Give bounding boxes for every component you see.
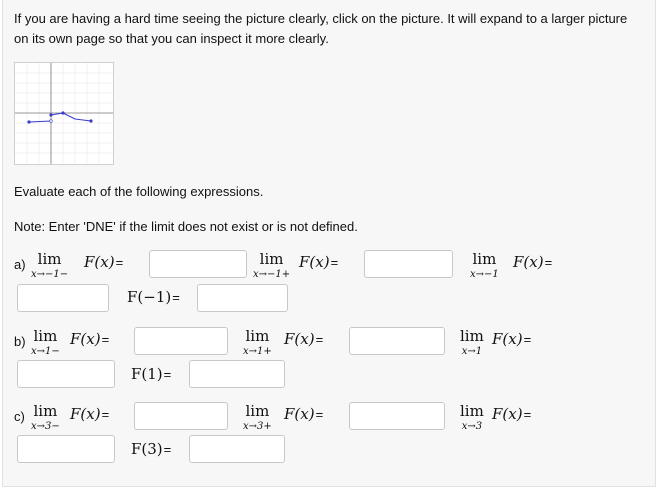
part-a-value-input[interactable] (197, 284, 288, 312)
graph-point-4 (61, 111, 65, 115)
part-c-left-fx: F(x)= (70, 405, 110, 423)
graph-point-5 (89, 119, 93, 123)
part-a-two-sided-input[interactable] (17, 284, 109, 312)
part-a-letter: a) (14, 257, 26, 272)
part-a-value-label: F(−1)= (127, 288, 180, 306)
graph-point-1 (27, 120, 31, 124)
graph-segment-1 (28, 120, 52, 123)
part-a-two-sided-limit: lim x→−1 (470, 250, 499, 280)
part-b-two-sided-limit: lim x→1 (460, 327, 484, 357)
graph-segment-4 (74, 118, 92, 122)
part-a-right-limit-input[interactable] (364, 250, 453, 278)
part-b-letter: b) (14, 334, 26, 349)
graph-segment-3 (62, 112, 76, 120)
part-b-right-limit: lim x→1+ (243, 327, 272, 357)
part-c-right-limit-input[interactable] (349, 402, 445, 430)
part-a-right-limit: lim x→−1+ (253, 250, 291, 280)
part-c-two-sided-fx: F(x)= (492, 405, 532, 423)
instruction-text: Evaluate each of the following expressio… (14, 184, 264, 199)
note-text: Note: Enter 'DNE' if the limit does not … (14, 219, 358, 234)
part-a-left-limit: lim x→−1− (31, 250, 69, 280)
part-c-left-limit: lim x→3− (31, 402, 60, 432)
part-b-left-fx: F(x)= (70, 330, 110, 348)
part-c-right-fx: F(x)= (284, 405, 324, 423)
part-c-two-sided-limit: lim x→3 (460, 402, 484, 432)
part-c-two-sided-input[interactable] (17, 435, 115, 463)
part-b-two-sided-fx: F(x)= (492, 330, 532, 348)
part-b-right-limit-input[interactable] (349, 327, 445, 355)
function-graph (15, 63, 113, 164)
part-c-right-limit: lim x→3+ (243, 402, 272, 432)
graph-curve (27, 111, 93, 124)
graph-thumbnail[interactable] (14, 62, 114, 165)
part-b-value-label: F(1)= (131, 365, 172, 383)
graph-point-3 (49, 113, 53, 117)
part-b-left-limit-input[interactable] (134, 327, 228, 355)
part-a-left-fx: F(x)= (84, 253, 124, 271)
graph-point-2 (49, 119, 53, 123)
part-c-letter: c) (14, 409, 25, 424)
part-b-left-limit: lim x→1− (31, 327, 60, 357)
part-b-right-fx: F(x)= (284, 330, 324, 348)
part-c-left-limit-input[interactable] (134, 402, 228, 430)
part-c-value-label: F(3)= (131, 440, 172, 458)
part-c-value-input[interactable] (189, 435, 285, 463)
intro-text: If you are having a hard time seeing the… (14, 11, 628, 46)
part-b-two-sided-input[interactable] (17, 360, 115, 388)
part-b-value-input[interactable] (189, 360, 285, 388)
part-a-right-fx: F(x)= (299, 253, 339, 271)
part-a-two-sided-fx: F(x)= (513, 253, 553, 271)
part-a-left-limit-input[interactable] (149, 250, 247, 278)
